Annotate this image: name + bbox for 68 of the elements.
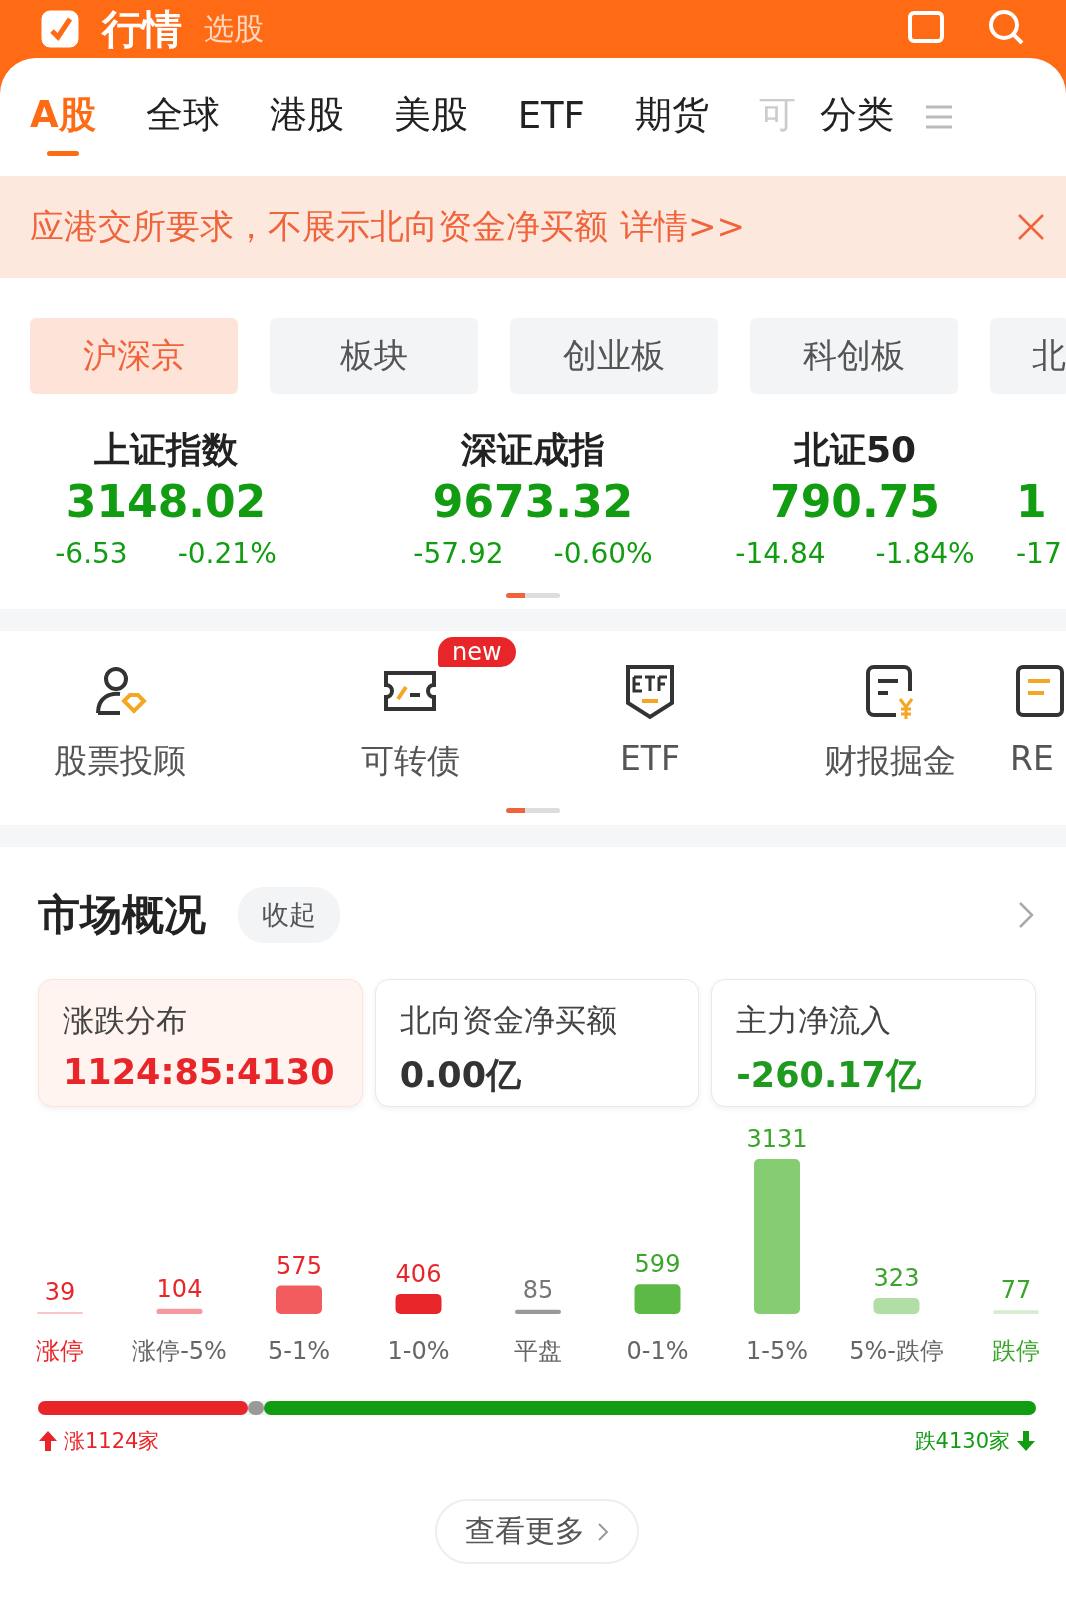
new-badge: new [438,637,516,667]
close-icon[interactable] [1016,212,1046,242]
value-label: 323 [873,1264,920,1292]
index-value: 3148.02 [65,476,267,527]
value-label: 39 [44,1278,76,1307]
section-title: 市场概况 [38,889,206,941]
category-label: 跌停 [992,1337,1040,1365]
index-value: 790.75 [770,476,940,527]
shortcut-label[interactable]: RE [1010,739,1054,778]
shortcut-label[interactable]: 可转债 [360,739,460,784]
index-change: -6.53 [55,537,128,570]
index-percent: -0.21% [177,537,277,570]
logo-icon [40,9,80,49]
stat-card[interactable]: 北向资金净买额 0.00亿 [374,979,700,1107]
notice-text: 应港交所要求，不展示北向资金净买额 [30,205,608,248]
index-change: -14.84 [735,537,826,570]
market-tab[interactable]: 期货 [634,78,709,156]
index-name: 北证50 [793,428,917,472]
card-title: 主力净流入 [736,1001,893,1040]
view-more-button[interactable]: 查看更多 [435,1499,639,1564]
category-label: 0-1% [626,1337,689,1365]
card-title: 涨跌分布 [63,1001,188,1040]
index-percent: -0.60% [553,537,653,570]
fall-count: 跌4130家 [914,1428,1010,1455]
rise-count: 涨1124家 [64,1428,160,1455]
stat-card[interactable]: 主力净流入 -260.17亿 [711,979,1036,1107]
market-tab[interactable]: 港股 [269,78,344,156]
market-tab[interactable]: ETF [517,81,585,153]
sub-tab[interactable]: 北 [990,318,1066,394]
index-change: -17 [1016,537,1062,570]
collapse-button[interactable]: 收起 [238,887,340,943]
card-title: 北向资金净买额 [399,1001,618,1040]
index-value: 1 [1016,476,1047,527]
index-name: 深证成指 [461,428,605,472]
value-label: 77 [1000,1276,1032,1305]
category-label: 5-1% [268,1337,330,1365]
shortcut-label[interactable]: 股票投顾 [54,739,186,784]
category-label: 1-5% [746,1337,808,1365]
card-value: 0.00亿 [399,1054,523,1097]
down-arrow-icon [1016,1430,1036,1452]
chevron-right-icon [597,1521,609,1542]
value-label: 104 [156,1274,203,1303]
index-change: -57.92 [413,537,504,570]
category-label: 5%-跌停 [849,1337,944,1365]
value-label: 599 [634,1250,681,1279]
value-label: 85 [522,1275,554,1304]
market-tab[interactable]: 全球 [145,78,220,156]
value-label: 575 [276,1251,322,1280]
index-name: 上证指数 [94,428,238,472]
category-label: 涨停-5% [132,1337,227,1365]
sub-tab[interactable]: 板块 [270,318,478,394]
card-value: -260.17亿 [736,1054,922,1097]
value-label: 3131 [746,1127,808,1153]
category-label: 平盘 [514,1337,562,1365]
up-arrow-icon [38,1430,58,1452]
market-tab[interactable]: 美股 [393,78,468,156]
category-label: 涨停 [36,1337,84,1365]
shortcut-label[interactable]: 财报掘金 [824,739,956,784]
sub-tab[interactable]: 创业板 [510,318,718,394]
index-percent: -1.84% [875,537,975,570]
category-tab[interactable]: 分类 [819,78,894,156]
stat-card[interactable]: 涨跌分布 1124:85:4130 [38,979,363,1107]
shortcut-label[interactable]: ETF [620,739,680,778]
sub-tab[interactable]: 科创板 [750,318,958,394]
index-value: 9673.32 [432,476,634,527]
card-value: 1124:85:4130 [63,1052,336,1092]
value-label: 406 [395,1259,442,1288]
category-label: 1-0% [387,1337,450,1365]
